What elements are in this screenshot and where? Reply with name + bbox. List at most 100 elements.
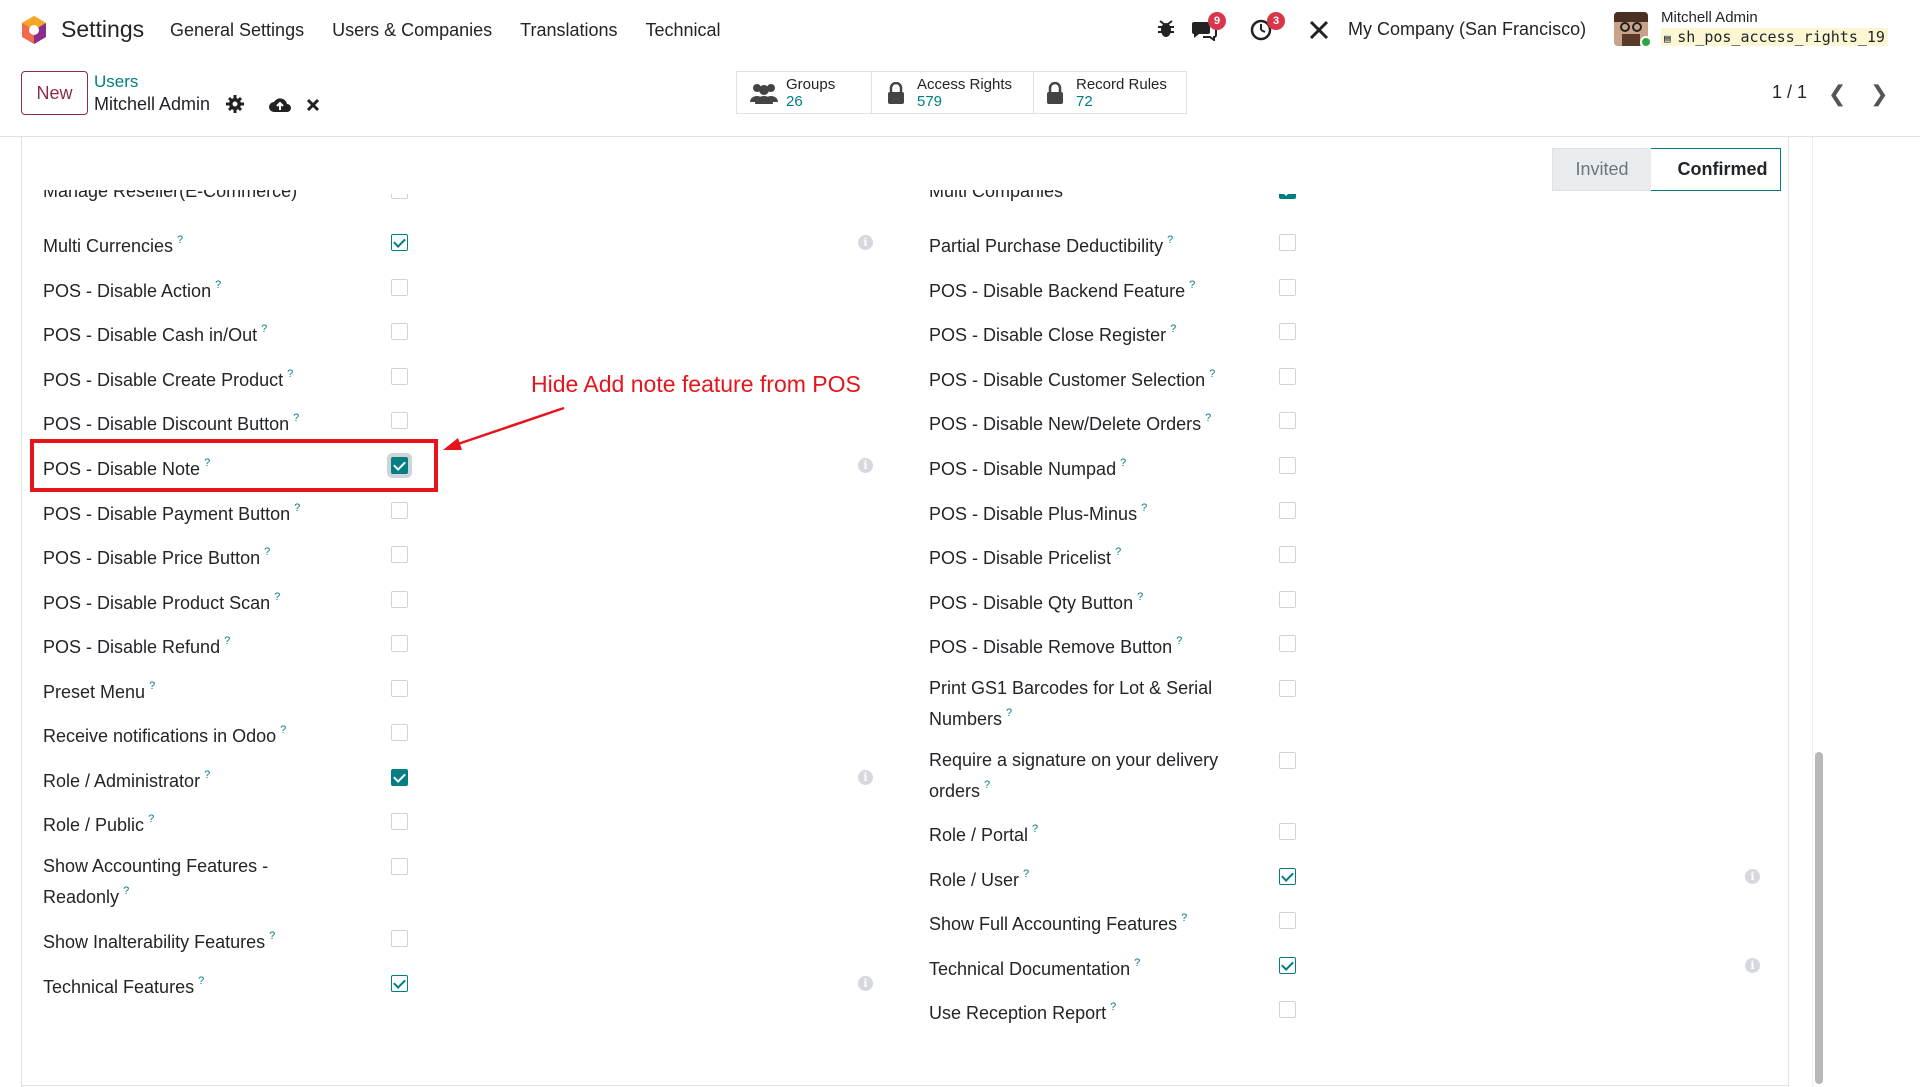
help-tooltip-icon[interactable]: ? [1209, 368, 1215, 380]
help-tooltip-icon[interactable]: ? [1032, 823, 1038, 835]
checkbox-pos-disable-refund[interactable] [391, 635, 408, 652]
discard-close-icon[interactable] [306, 98, 320, 112]
record-rules-smart-button[interactable]: Record Rules 72 [1033, 71, 1187, 114]
checkbox-role-portal[interactable] [1279, 823, 1296, 840]
menu-translations[interactable]: Translations [520, 20, 617, 41]
checkbox-print-gs1-barcodes-for-lot-serial-numbers[interactable] [1279, 680, 1296, 697]
help-tooltip-icon[interactable]: ? [1006, 707, 1012, 719]
help-tooltip-icon[interactable]: ? [177, 234, 183, 246]
pager-value[interactable]: 1 / 1 [1772, 82, 1807, 103]
help-tooltip-icon[interactable]: ? [984, 779, 990, 791]
tools-icon[interactable] [1308, 19, 1330, 41]
pager-next-icon[interactable]: ❯ [1870, 81, 1888, 107]
help-tooltip-icon[interactable]: ? [1170, 323, 1176, 335]
checkbox-pos-disable-new-delete-orders[interactable] [1279, 412, 1296, 429]
status-invited[interactable]: Invited [1552, 148, 1652, 191]
checkbox-technical-features[interactable] [391, 975, 408, 992]
checkbox-pos-disable-pricelist[interactable] [1279, 546, 1296, 563]
debug-bug-icon[interactable] [1156, 19, 1176, 39]
checkbox-show-inalterability-features[interactable] [391, 930, 408, 947]
help-tooltip-icon[interactable]: ? [293, 412, 299, 424]
help-tooltip-icon[interactable]: ? [198, 975, 204, 987]
scrollbar-thumb[interactable] [1815, 752, 1823, 1084]
field-label-text: POS - Disable Product Scan [43, 593, 271, 613]
checkbox-show-full-accounting-features[interactable] [1279, 912, 1296, 929]
info-icon[interactable]: i [858, 976, 873, 991]
help-tooltip-icon[interactable]: ? [1134, 957, 1140, 969]
help-tooltip-icon[interactable]: ? [1167, 234, 1173, 246]
help-tooltip-icon[interactable]: ? [1205, 412, 1211, 424]
gear-icon[interactable] [226, 95, 244, 113]
help-tooltip-icon[interactable]: ? [1023, 868, 1029, 880]
help-tooltip-icon[interactable]: ? [269, 930, 275, 942]
checkbox-pos-disable-customer-selection[interactable] [1279, 368, 1296, 385]
odoo-settings-logo-icon[interactable] [20, 15, 48, 45]
help-tooltip-icon[interactable]: ? [1176, 635, 1182, 647]
app-name[interactable]: Settings [61, 16, 144, 43]
help-tooltip-icon[interactable]: ? [264, 546, 270, 558]
company-switcher[interactable]: My Company (San Francisco) [1348, 19, 1586, 40]
help-tooltip-icon[interactable]: ? [224, 635, 230, 647]
help-tooltip-icon[interactable]: ? [280, 724, 286, 736]
checkbox-pos-disable-product-scan[interactable] [391, 591, 408, 608]
checkbox-pos-disable-plus-minus[interactable] [1279, 502, 1296, 519]
help-tooltip-icon[interactable]: ? [1110, 1001, 1116, 1013]
help-tooltip-icon[interactable]: ? [1181, 912, 1187, 924]
checkbox-technical-documentation[interactable] [1279, 957, 1296, 974]
help-tooltip-icon[interactable]: ? [1141, 502, 1147, 514]
help-tooltip-icon[interactable]: ? [123, 885, 129, 897]
help-tooltip-icon[interactable]: ? [274, 591, 280, 603]
cloud-save-icon[interactable] [269, 96, 291, 113]
checkbox-pos-disable-payment-button[interactable] [391, 502, 408, 519]
info-icon[interactable]: i [858, 235, 873, 250]
checkbox-pos-disable-close-register[interactable] [1279, 323, 1296, 340]
help-tooltip-icon[interactable]: ? [215, 279, 221, 291]
help-tooltip-icon[interactable]: ? [1115, 546, 1121, 558]
checkbox-pos-disable-remove-button[interactable] [1279, 635, 1296, 652]
help-tooltip-icon[interactable]: ? [294, 502, 300, 514]
field-label-text: Multi Currencies [43, 236, 174, 256]
info-icon[interactable]: i [858, 770, 873, 785]
access-rights-smart-button[interactable]: Access Rights 579 [871, 71, 1034, 114]
field-label-text: POS - Disable New/Delete Orders [929, 414, 1202, 434]
help-tooltip-icon[interactable]: ? [1137, 591, 1143, 603]
user-name[interactable]: Mitchell Admin [1661, 9, 1758, 26]
checkbox-pos-disable-create-product[interactable] [391, 368, 408, 385]
checkbox-pos-disable-qty-button[interactable] [1279, 591, 1296, 608]
checkbox-pos-disable-action[interactable] [391, 279, 408, 296]
database-name: ▤ sh_pos_access_rights_19 [1661, 28, 1888, 46]
checkbox-pos-disable-numpad[interactable] [1279, 457, 1296, 474]
info-icon[interactable]: i [858, 458, 873, 473]
checkbox-partial-purchase-deductibility[interactable] [1279, 234, 1296, 251]
checkbox-pos-disable-price-button[interactable] [391, 546, 408, 563]
status-confirmed[interactable]: Confirmed [1651, 148, 1781, 191]
checkbox-receive-notifications-in-odoo[interactable] [391, 724, 408, 741]
new-button[interactable]: New [21, 71, 88, 115]
checkbox-preset-menu[interactable] [391, 680, 408, 697]
checkbox-show-accounting-features-readonly[interactable] [391, 858, 408, 875]
info-icon[interactable]: i [1745, 958, 1760, 973]
help-tooltip-icon[interactable]: ? [204, 769, 210, 781]
help-tooltip-icon[interactable]: ? [261, 323, 267, 335]
help-tooltip-icon[interactable]: ? [149, 680, 155, 692]
menu-users-companies[interactable]: Users & Companies [332, 20, 492, 41]
groups-smart-button[interactable]: Groups 26 [736, 71, 872, 114]
menu-general-settings[interactable]: General Settings [170, 20, 304, 41]
help-tooltip-icon[interactable]: ? [148, 813, 154, 825]
pager-previous-icon[interactable]: ❮ [1828, 81, 1846, 107]
checkbox-role-administrator[interactable] [391, 769, 408, 786]
breadcrumb-users[interactable]: Users [94, 72, 138, 92]
help-tooltip-icon[interactable]: ? [1120, 457, 1126, 469]
checkbox-require-a-signature-on-your-delivery-orders[interactable] [1279, 752, 1296, 769]
checkbox-pos-disable-backend-feature[interactable] [1279, 279, 1296, 296]
checkbox-role-public[interactable] [391, 813, 408, 830]
checkbox-pos-disable-discount-button[interactable] [391, 412, 408, 429]
info-icon[interactable]: i [1745, 869, 1760, 884]
checkbox-pos-disable-cash-in-out[interactable] [391, 323, 408, 340]
help-tooltip-icon[interactable]: ? [287, 368, 293, 380]
checkbox-use-reception-report[interactable] [1279, 1001, 1296, 1018]
checkbox-multi-currencies[interactable] [391, 234, 408, 251]
help-tooltip-icon[interactable]: ? [1189, 279, 1195, 291]
checkbox-role-user[interactable] [1279, 868, 1296, 885]
menu-technical[interactable]: Technical [646, 20, 721, 41]
